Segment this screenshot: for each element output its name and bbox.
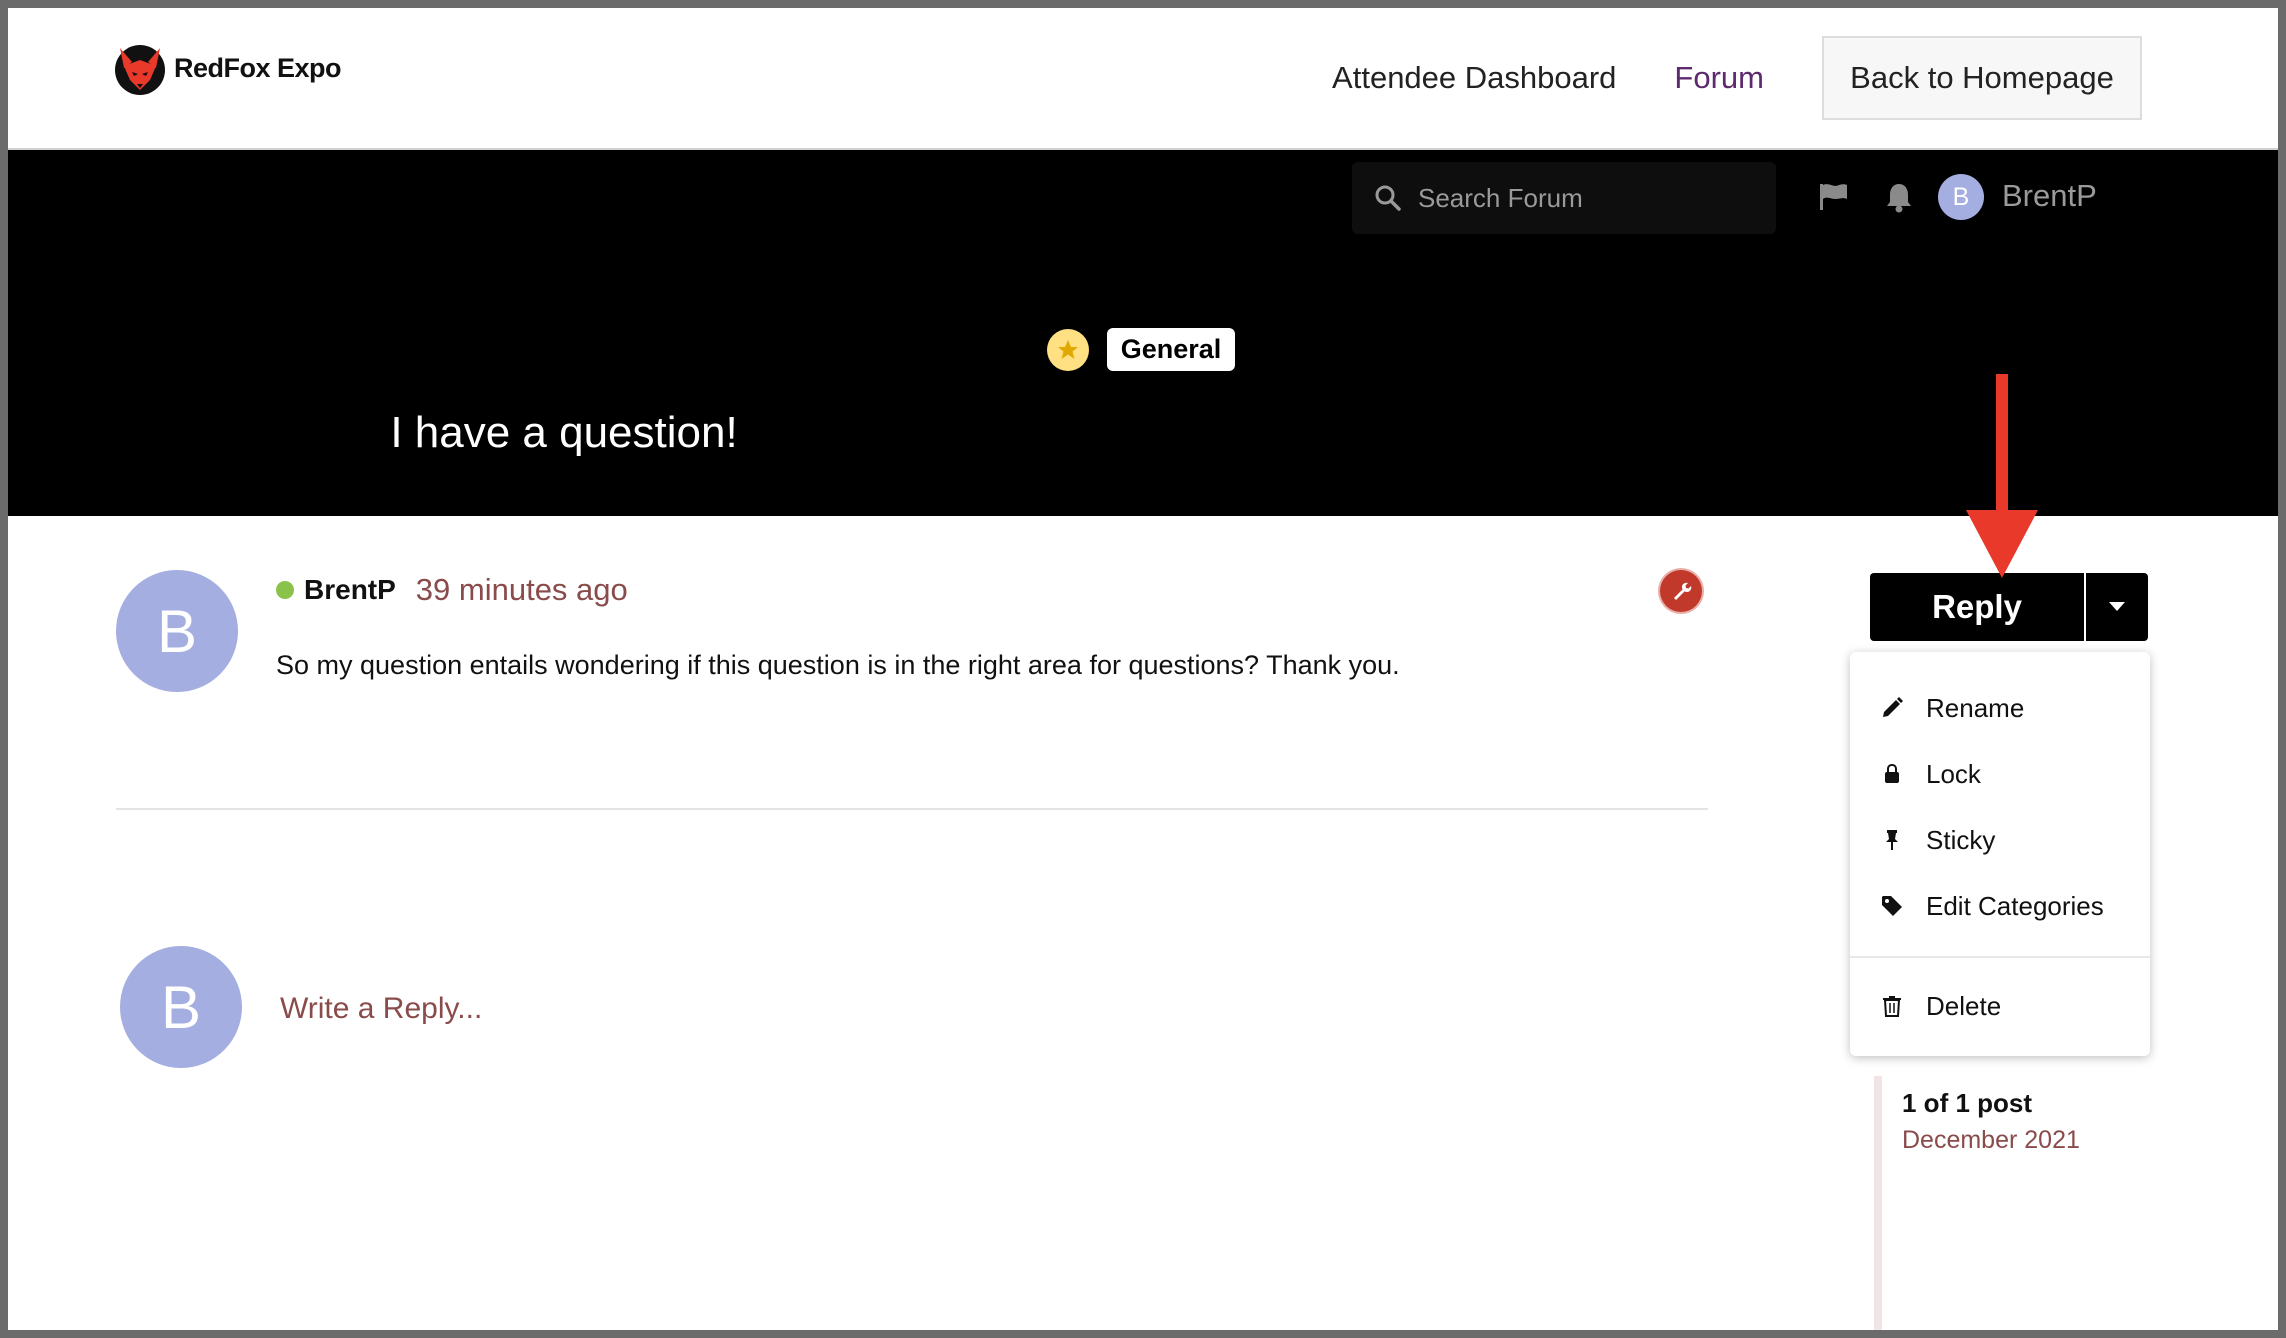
- reply-dropdown-toggle[interactable]: [2086, 573, 2148, 641]
- composer-avatar: B: [120, 946, 242, 1068]
- search-icon: [1375, 185, 1401, 211]
- menu-item-edit-categories[interactable]: Edit Categories: [1850, 878, 2150, 934]
- category-row: General: [8, 328, 2278, 371]
- site-header: RedFox Expo Attendee Dashboard Forum Bac…: [8, 8, 2278, 150]
- topic-banner: B BrentP General I have a question!: [8, 150, 2278, 516]
- back-to-homepage-button[interactable]: Back to Homepage: [1822, 36, 2142, 120]
- post-author-avatar[interactable]: B: [116, 570, 238, 692]
- logo[interactable]: RedFox Expo: [110, 38, 342, 98]
- post-author-name[interactable]: BrentP: [304, 574, 396, 606]
- flag-icon[interactable]: [1816, 180, 1850, 214]
- post-body: So my question entails wondering if this…: [276, 650, 1400, 680]
- bell-icon[interactable]: [1882, 180, 1916, 214]
- category-badge[interactable]: General: [1106, 328, 1236, 371]
- menu-item-delete[interactable]: Delete: [1850, 978, 2150, 1034]
- menu-item-label: Edit Categories: [1926, 890, 2104, 921]
- browser-viewport: RedFox Expo Attendee Dashboard Forum Bac…: [8, 8, 2278, 1330]
- menu-item-rename[interactable]: Rename: [1850, 680, 2150, 736]
- timeline-post-count: 1 of 1 post: [1902, 1088, 2033, 1118]
- user-menu-name[interactable]: BrentP: [2002, 178, 2097, 214]
- timeline-date: December 2021: [1902, 1126, 2080, 1154]
- post-divider: [116, 808, 1708, 810]
- star-icon: [1046, 328, 1089, 371]
- nav-forum[interactable]: Forum: [1674, 60, 1764, 96]
- fox-logo-icon: [115, 45, 165, 95]
- annotation-arrow-icon: [1966, 374, 2038, 578]
- lock-icon: [1885, 764, 1899, 783]
- menu-item-sticky[interactable]: Sticky: [1850, 812, 2150, 868]
- tag-icon: [1882, 896, 1902, 916]
- trash-icon: [1883, 996, 1901, 1017]
- post-timestamp[interactable]: 39 minutes ago: [416, 572, 628, 608]
- menu-item-label: Sticky: [1926, 824, 1996, 855]
- search-input[interactable]: [1416, 181, 1740, 215]
- forum-search[interactable]: [1352, 162, 1776, 234]
- menu-item-lock[interactable]: Lock: [1850, 746, 2150, 802]
- post-header: BrentP 39 minutes ago: [276, 572, 628, 608]
- write-reply-field[interactable]: Write a Reply...: [280, 992, 482, 1026]
- logo-text: RedFox Expo: [174, 52, 342, 83]
- reply-button-group: Reply: [1870, 573, 2148, 641]
- timeline-scrubber[interactable]: [1874, 1076, 1882, 1330]
- topic-title: I have a question!: [390, 408, 738, 457]
- online-status-dot: [276, 581, 294, 599]
- menu-item-label: Delete: [1926, 990, 2002, 1021]
- caret-down-icon: [2109, 602, 2125, 611]
- pin-icon: [1886, 830, 1898, 850]
- nav-attendee-dashboard[interactable]: Attendee Dashboard: [1332, 60, 1616, 96]
- top-nav: Attendee Dashboard Forum Back to Homepag…: [1332, 36, 2142, 120]
- moderator-tools-icon[interactable]: [1660, 570, 1702, 612]
- reply-button[interactable]: Reply: [1870, 573, 2084, 641]
- menu-item-label: Lock: [1926, 758, 1981, 789]
- menu-item-label: Rename: [1926, 692, 2025, 723]
- user-avatar[interactable]: B: [1938, 174, 1984, 220]
- pencil-icon: [1883, 697, 1903, 717]
- topic-actions-menu: Rename Lock Sticky Edit Categories Delet…: [1850, 652, 2150, 1056]
- menu-separator: [1850, 956, 2150, 958]
